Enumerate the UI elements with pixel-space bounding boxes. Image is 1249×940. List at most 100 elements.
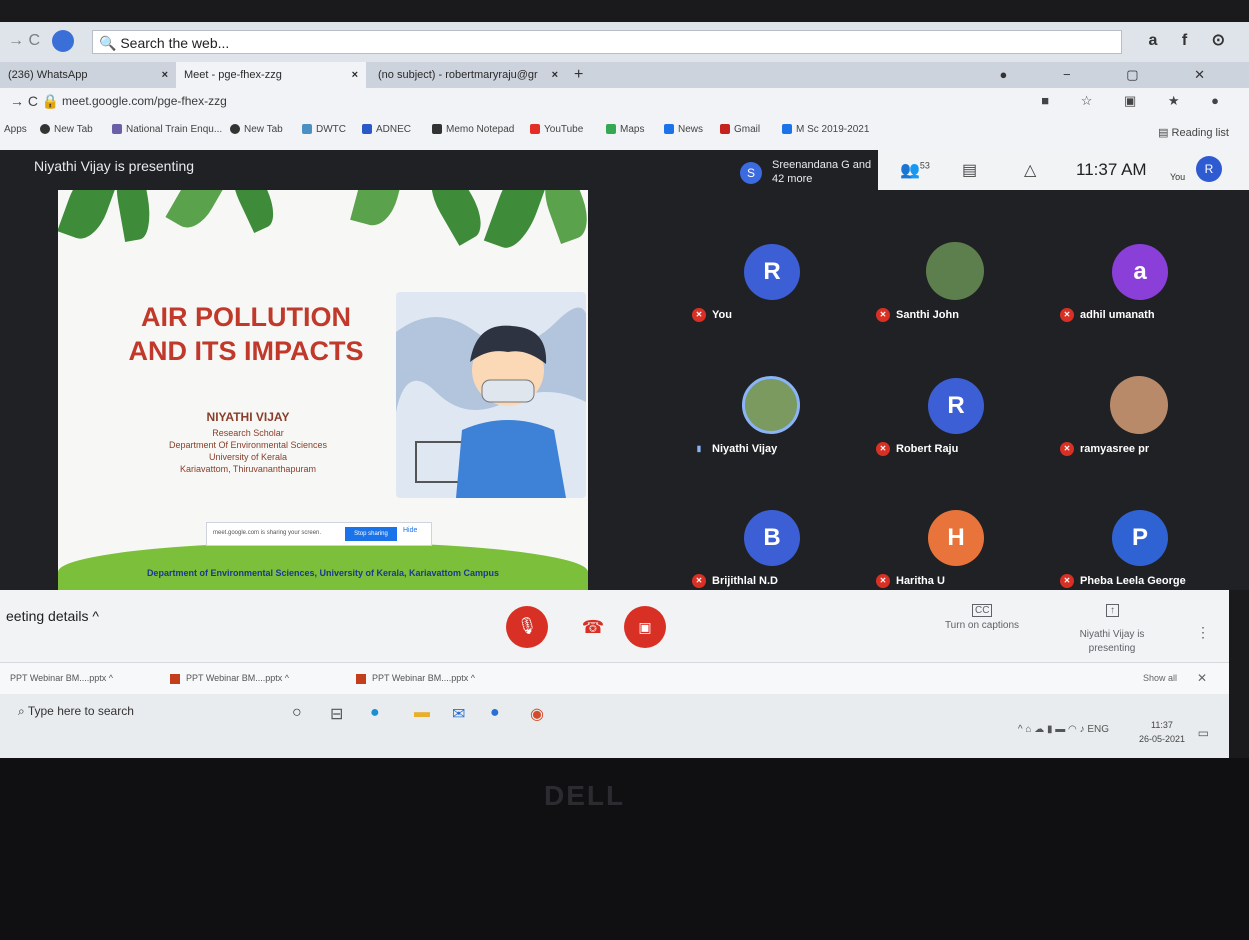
bookmark-new-tab[interactable]: New Tab xyxy=(40,124,93,135)
download-item[interactable]: PPT Webinar BM....pptx ^ xyxy=(356,673,475,684)
participant-tile[interactable]: B ✕ Brijithlal N.D xyxy=(684,456,868,590)
new-tab-button[interactable]: + xyxy=(574,62,583,88)
web-search-input[interactable]: 🔍 Search the web... xyxy=(92,30,1122,54)
tab-whatsapp[interactable]: (236) WhatsApp × xyxy=(0,62,176,88)
show-all-button[interactable]: Show all xyxy=(1143,673,1177,683)
avatar xyxy=(926,242,984,300)
reload-icon[interactable]: → C 🔒 xyxy=(10,93,59,110)
participant-tile[interactable]: ▮ Niyathi Vijay xyxy=(684,324,868,458)
store-icon[interactable]: ● xyxy=(490,704,500,722)
stop-sharing-button[interactable]: Stop sharing xyxy=(345,527,397,541)
camera-toggle-button[interactable]: ▣ xyxy=(624,606,666,648)
globe-icon xyxy=(230,124,240,135)
tab-meet[interactable]: Meet - pge-fhex-zzg × xyxy=(176,62,366,88)
close-icon[interactable]: ✕ xyxy=(1197,671,1207,685)
downloads-bar: PPT Webinar BM....pptx ^ PPT Webinar BM.… xyxy=(0,662,1229,695)
presenting-banner: Niyathi Vijay is presenting xyxy=(34,158,195,174)
slide-dept: Department Of Environmental Sciences xyxy=(168,440,328,450)
participant-tile[interactable]: P ✕ Pheba Leela George xyxy=(1052,456,1236,590)
avatar[interactable]: R xyxy=(1196,156,1222,182)
participant-tile[interactable]: R ✕ Robert Raju xyxy=(868,324,1052,458)
bookmark-youtube[interactable]: YouTube xyxy=(530,124,583,135)
bookmark-gmail[interactable]: Gmail xyxy=(720,124,760,135)
memo-icon xyxy=(432,124,442,135)
train-icon xyxy=(112,124,122,135)
task-view-icon[interactable]: ⊟ xyxy=(330,704,343,724)
hide-button[interactable]: Hide xyxy=(403,527,417,534)
participant-tile[interactable]: H ✕ Haritha U xyxy=(868,456,1052,590)
speaking-icon: ▮ xyxy=(696,444,702,453)
chrome-icon[interactable]: ◉ xyxy=(530,704,544,724)
avatar: S xyxy=(740,162,762,184)
slide-place: Kariavattom, Thiruvananthapuram xyxy=(180,464,316,474)
bookmark-memo[interactable]: Memo Notepad xyxy=(432,124,514,135)
captions-icon[interactable]: CC xyxy=(972,604,993,617)
chevron-up-icon: ^ xyxy=(92,608,99,624)
mic-off-icon: ✕ xyxy=(876,574,890,588)
bookmark-dwtc[interactable]: DWTC xyxy=(302,124,346,135)
download-item[interactable]: PPT Webinar BM....pptx ^ xyxy=(170,673,289,684)
browser-logo-icon[interactable] xyxy=(52,30,74,52)
captions-button[interactable]: Turn on captions xyxy=(932,620,1032,631)
avatar: a xyxy=(1112,244,1168,300)
present-button[interactable]: Niyathi Vijay is presenting xyxy=(1070,628,1154,656)
activities-icon[interactable]: △ xyxy=(1024,160,1036,180)
mic-off-icon: ✕ xyxy=(692,574,706,588)
bookmark-adnec[interactable]: ADNEC xyxy=(362,124,411,135)
screen-share-notice: meet.google.com is sharing your screen. … xyxy=(206,522,432,546)
tab-gmail[interactable]: (no subject) - robertmaryraju@gr × xyxy=(370,62,566,88)
more-options-icon[interactable]: ⋮ xyxy=(1196,624,1210,641)
mic-toggle-button[interactable]: 🎙 xyxy=(506,606,548,648)
leave-call-button[interactable]: ☎ xyxy=(572,612,614,642)
download-item[interactable]: PPT Webinar BM....pptx ^ xyxy=(10,673,113,683)
chat-icon[interactable]: ▤ xyxy=(962,160,977,180)
bookmark-train[interactable]: National Train Enqu... xyxy=(112,124,222,135)
cortana-icon[interactable]: ○ xyxy=(292,704,302,722)
taskbar-clock[interactable]: 11:37 26-05-2021 xyxy=(1139,718,1185,746)
youtube-icon xyxy=(530,124,540,135)
search-icon: 🔍 xyxy=(99,35,121,51)
participant-name: ✕ ramyasree pr xyxy=(1060,442,1149,456)
leaf-decoration xyxy=(224,190,282,234)
slide-footer: Department of Environmental Sciences, Un… xyxy=(146,568,500,578)
participant-tile[interactable]: a ✕ adhil umanath xyxy=(1052,190,1236,324)
globe-hill-decoration xyxy=(58,542,588,590)
bookmark-new-tab-2[interactable]: New Tab xyxy=(230,124,283,135)
avatar xyxy=(742,376,800,434)
reading-list-button[interactable]: ▤ Reading list xyxy=(1158,126,1229,139)
phone-icon: ☎ xyxy=(581,617,605,637)
url-field[interactable]: meet.google.com/pge-fhex-zzg xyxy=(62,94,227,108)
back-forward-icon[interactable]: → C xyxy=(8,32,40,50)
file-explorer-icon[interactable]: ▬ xyxy=(414,704,430,722)
bookmark-maps[interactable]: Maps xyxy=(606,124,644,135)
bookmark-news[interactable]: News xyxy=(664,124,703,135)
edge-icon[interactable]: ● xyxy=(370,704,380,722)
chip-label: Sreenandana G and 42 more xyxy=(772,159,872,185)
participant-tile[interactable]: R ✕ You xyxy=(684,190,868,324)
boy-with-mask-illustration xyxy=(396,292,586,498)
mic-off-icon: ✕ xyxy=(876,442,890,456)
participants-chip[interactable]: S Sreenandana G and 42 more xyxy=(740,156,872,186)
close-icon[interactable]: × xyxy=(162,62,168,88)
extension-icons[interactable]: ■ ☆ ▣ ★ ● xyxy=(1041,93,1233,109)
meeting-details-button[interactable]: eeting details ^ xyxy=(6,608,99,624)
powerpoint-icon xyxy=(170,673,180,684)
people-icon[interactable]: 👥53 xyxy=(900,160,930,180)
bookmark-apps[interactable]: Apps xyxy=(4,124,27,135)
mail-icon[interactable]: ✉ xyxy=(452,704,465,724)
participant-name: ✕ Brijithlal N.D xyxy=(692,574,778,588)
notification-icon[interactable]: ▭ xyxy=(1198,726,1209,740)
participant-tile[interactable]: ✕ Santhi John xyxy=(868,190,1052,324)
close-icon[interactable]: × xyxy=(352,62,358,88)
system-tray[interactable]: ^ ⌂ ☁ ▮ ▬ ◠ ♪ ENG xyxy=(1018,724,1109,735)
close-icon[interactable]: × xyxy=(552,62,558,88)
window-controls[interactable]: ● − ▢ ✕ xyxy=(1000,62,1231,88)
taskbar-search[interactable]: ⌕ Type here to search xyxy=(18,704,134,719)
meet-header: Niyathi Vijay is presenting S Sreenandan… xyxy=(0,150,1249,190)
bookmark-msc[interactable]: M Sc 2019-2021 xyxy=(782,124,869,135)
present-icon[interactable]: ↑ xyxy=(1106,604,1119,617)
toolbar-extension-icons[interactable]: a f ⊙ xyxy=(1148,30,1235,50)
avatar: R xyxy=(928,378,984,434)
presentation-slide: AIR POLLUTION AND ITS IMPACTS NIYATHI VI… xyxy=(58,190,588,590)
participant-tile[interactable]: ✕ ramyasree pr xyxy=(1052,324,1236,458)
